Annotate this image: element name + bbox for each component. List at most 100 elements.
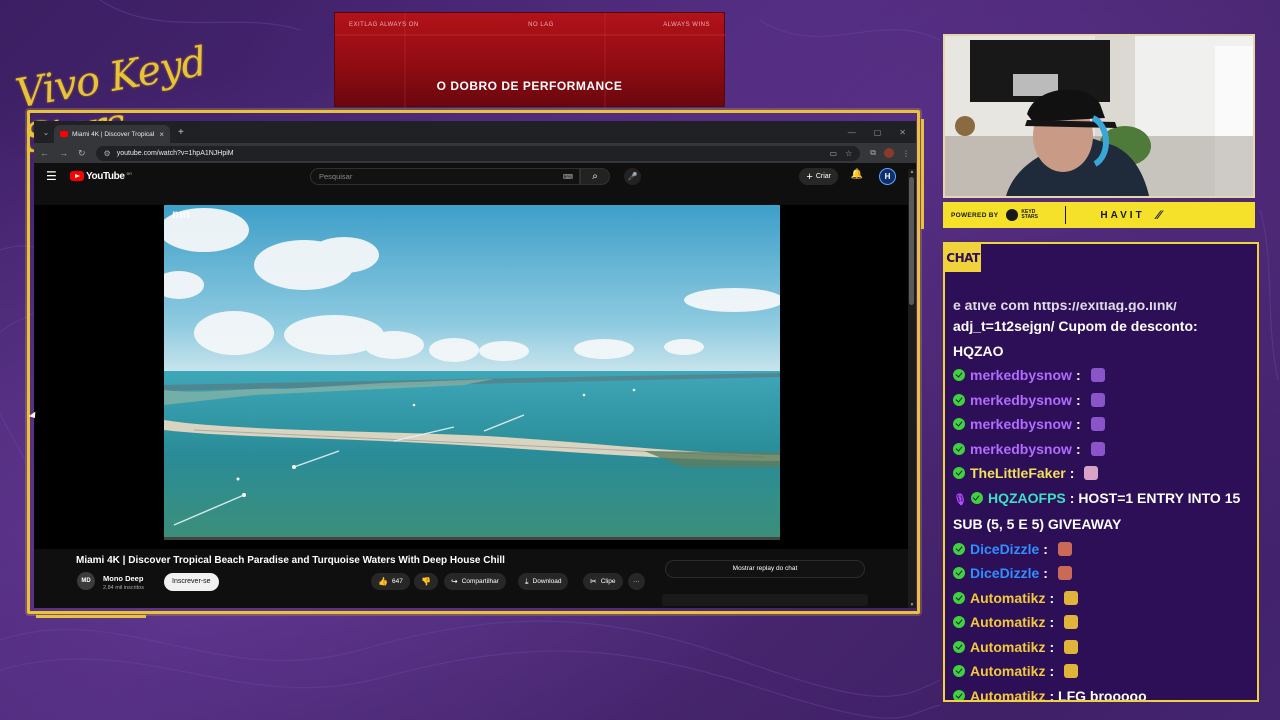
show-chat-replay-button[interactable]: Mostrar replay do chat [665,560,865,578]
new-tab-icon[interactable]: + [178,127,184,138]
page-scrollbar[interactable]: ▲ ▼ [908,169,916,608]
emote-icon [1084,466,1099,480]
chat-separator: : [1049,638,1059,655]
youtube-favicon-icon [60,131,68,137]
banner-top-center: NO LAG [528,22,554,28]
close-window-icon[interactable]: ✕ [899,128,906,137]
share-label: Compartilhar [461,578,499,585]
channel-name[interactable]: Mono Deep [103,574,143,583]
chat-username[interactable]: DiceDizzle [970,541,1039,557]
dislike-button[interactable]: 👎 [414,573,438,590]
tab-youtube[interactable]: Miami 4K | Discover Tropical Be × [54,125,170,143]
more-actions-button[interactable]: ··· [628,573,645,590]
keyd-stars-logo: KEYD STARS [1006,209,1047,221]
verified-check-icon [970,491,983,504]
url-field[interactable]: ⚙ youtube.com/watch?v=1hpA1NJHpiM ▭ ☆ [95,145,861,161]
scroll-down-icon[interactable]: ▼ [908,602,916,608]
chat-separator: : [1043,540,1052,557]
browser-menu-icon[interactable]: ⋮ [902,149,910,158]
chat-separator: : [1049,663,1059,679]
chat-username[interactable]: Automatikz [970,663,1045,679]
youtube-wordmark: YouTube [86,170,125,182]
extensions-icon[interactable]: ⧉ [870,148,876,158]
share-button[interactable]: ↪ Compartilhar [444,573,506,590]
chat-username[interactable]: Automatikz [970,639,1045,655]
menu-hamburger-icon[interactable]: ☰ [46,169,70,183]
voice-search-icon[interactable]: 🎤 [624,168,641,185]
notifications-bell-icon[interactable]: 🔔 [851,169,863,180]
chat-username[interactable]: merkedbysnow [970,392,1072,408]
chat-message: Automatikz: [953,586,1253,611]
like-button[interactable]: 👍 647 [371,573,410,590]
clip-button[interactable]: ✂ Clipe [583,573,623,590]
chat-separator: : [1075,391,1085,408]
chat-username[interactable]: HQZAOFPS [988,490,1066,506]
chat-separator: : [1075,367,1085,383]
sponsor-bar: POWERED BY KEYD STARS HAVIT ⁄⁄ [943,202,1255,228]
chat-intro-line: HQZAO [953,342,1004,359]
chat-message: TheLittleFaker: [953,461,1253,486]
verified-check-icon [953,418,965,430]
like-count: 647 [391,578,403,585]
user-avatar[interactable]: H [879,168,896,185]
create-button[interactable]: + Criar [799,168,838,185]
reload-icon[interactable]: ↻ [78,148,86,159]
cast-icon[interactable]: ▭ [830,149,838,158]
channel-subscribers: 2,84 mil inscritos [103,585,144,591]
chat-messages: e ative com https://exitlag.go.link/ adj… [953,300,1253,701]
bookmark-star-icon[interactable]: ☆ [845,149,852,158]
chat-tag: CHAT [945,244,981,272]
emote-icon [1057,566,1072,580]
video-progress-bar[interactable] [164,537,780,540]
scrollbar-thumb[interactable] [909,177,914,305]
chat-username[interactable]: DiceDizzle [970,565,1039,581]
chat-username[interactable]: Automatikz [970,590,1045,606]
site-info-icon[interactable]: ⚙ [104,149,111,158]
minimize-icon[interactable]: — [848,128,856,137]
brand-mark-icon: ⁄⁄ [1156,208,1161,222]
chat-username[interactable]: Automatikz [970,614,1045,630]
emote-icon [1064,639,1079,654]
banner-top-left: EXITLAG ALWAYS ON [349,22,419,28]
chat-username[interactable]: TheLittleFaker [970,465,1066,481]
video-frame[interactable]: mn [164,205,780,537]
download-button[interactable]: ⤓ Download [518,573,569,590]
maximize-icon[interactable]: ▢ [874,128,882,137]
youtube-logo[interactable]: YouTube BR [70,171,132,182]
close-tab-icon[interactable]: × [159,130,164,139]
chat-username[interactable]: merkedbysnow [970,367,1072,383]
search-button[interactable]: ⌕ [580,168,610,185]
emote-icon [1064,664,1079,678]
thumbs-up-icon: 👍 [378,577,388,586]
chat-message: merkedbysnow: [953,412,1253,437]
address-bar-row: ← → ↻ ⚙ youtube.com/watch?v=1hpA1NJHpiM … [34,143,916,163]
chip-strip [662,594,868,606]
webcam-scene [945,36,1253,196]
chat-separator: : [1043,565,1052,581]
video-player[interactable]: mn [34,205,908,549]
chat-username[interactable]: merkedbysnow [970,416,1072,432]
chat-separator: : [1049,589,1059,606]
verified-check-icon [953,567,965,579]
chat-username[interactable]: Automatikz [970,688,1045,701]
tab-search-icon[interactable]: ⌄ [38,128,54,137]
chat-message: DiceDizzle: [953,537,1253,562]
chat-username[interactable]: merkedbysnow [970,441,1072,457]
scroll-up-icon[interactable]: ▲ [908,169,916,175]
channel-watermark: mn [172,207,190,221]
emote-icon [1057,541,1072,556]
verified-check-icon [953,689,965,700]
mic-badge-icon: 🎙 [953,493,967,506]
download-icon: ⤓ [525,576,529,586]
chat-message: 🎙 HQZAOFPS: HOST=1 ENTRY INTO 15 SUB (5, … [953,486,1253,537]
profile-avatar[interactable] [884,148,894,158]
channel-avatar[interactable]: MD [77,572,95,590]
keyboard-icon[interactable]: ⌨ [563,173,573,181]
chat-message: merkedbysnow: [953,437,1253,462]
webcam-feed [943,34,1255,198]
back-icon[interactable]: ← [40,148,49,158]
subscribe-button[interactable]: Inscrever-se [164,573,219,591]
search-input[interactable]: Pesquisar ⌨ [310,168,580,185]
chat-separator: : [1075,440,1085,457]
forward-icon[interactable]: → [59,148,68,158]
